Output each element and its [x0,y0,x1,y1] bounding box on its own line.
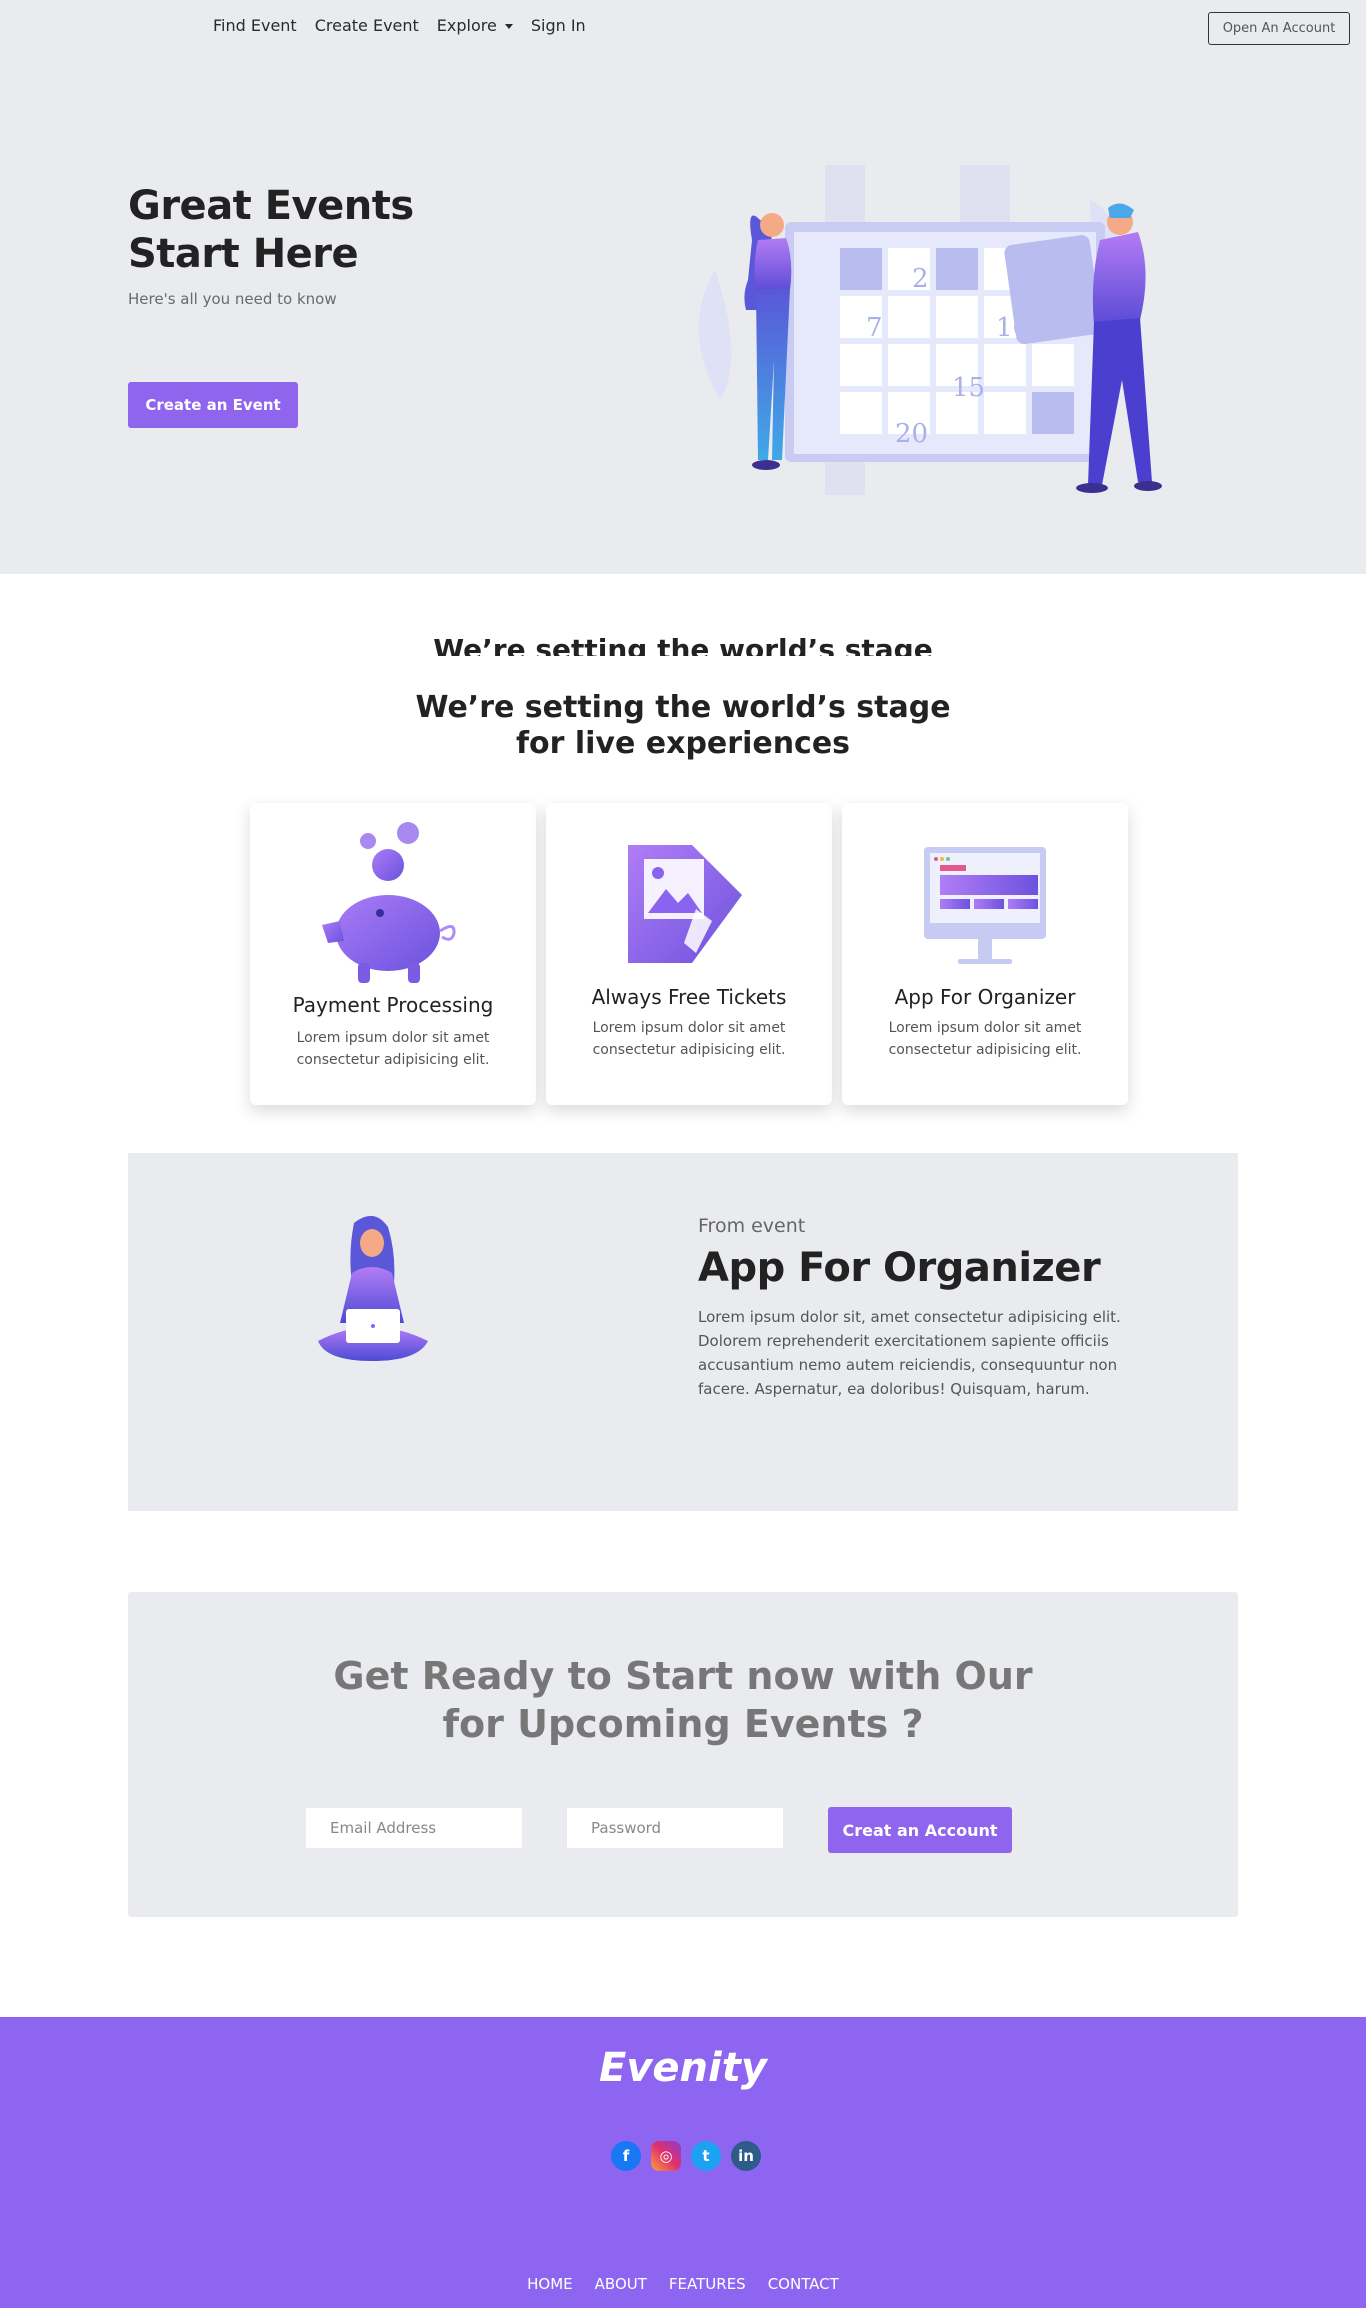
email-field[interactable] [306,1808,522,1848]
card-desc: Lorem ipsum dolor sit amet consectetur a… [592,1020,786,1058]
footer: Evenity f ◎ t in HOME ABOUT FEATURES CON… [0,2017,1366,2308]
card-desc: Lorem ipsum dolor sit amet consectetur a… [296,1030,490,1068]
cta-title: Get Ready to Start now with Our for Upco… [128,1652,1238,1748]
feature-cards: Payment Processing Lorem ipsum dolor sit… [250,803,1128,1105]
footer-link-features[interactable]: FEATURES [669,2275,746,2293]
chevron-down-icon [504,24,513,29]
nav-create-event[interactable]: Create Event [315,16,419,35]
app-organizer-section: From event App For Organizer Lorem ipsum… [128,1153,1238,1511]
features-title: We’re setting the world’s stage for live… [0,690,1366,762]
calendar-illustration: 2 7 10 15 20 [698,165,1162,495]
hero-section: Find Event Create Event Explore Sign In … [0,0,1366,574]
app-body: Lorem ipsum dolor sit, amet consectetur … [698,1308,1121,1398]
footer-nav: HOME ABOUT FEATURES CONTACT [0,2275,1366,2293]
twitter-icon[interactable]: t [691,2141,721,2171]
features-title-line1: We’re setting the world’s stage [415,690,951,725]
calendar-number: 7 [866,313,883,343]
password-field[interactable] [567,1808,783,1848]
ticket-image-icon [628,845,742,963]
monitor-icon [924,847,1046,964]
calendar-number: 20 [895,419,928,449]
piggy-bank-icon [322,822,456,983]
nav-explore-label: Explore [436,16,497,35]
instagram-icon[interactable]: ◎ [651,2141,681,2171]
nav-find-event[interactable]: Find Event [213,16,297,35]
footer-brand-logo: Evenity [599,2045,767,2091]
linkedin-icon[interactable]: in [731,2141,761,2171]
card-title: Always Free Tickets [591,985,787,1009]
cta-title-line2: for Upcoming Events ? [442,1702,924,1746]
app-title: App For Organizer [698,1245,1101,1291]
footer-link-contact[interactable]: CONTACT [768,2275,839,2293]
cta-title-line1: Get Ready to Start now with Our [333,1654,1033,1698]
social-links: f ◎ t in [611,2141,761,2171]
feature-card-payment: Payment Processing Lorem ipsum dolor sit… [250,803,536,1105]
footer-link-home[interactable]: HOME [527,2275,573,2293]
footer-link-about[interactable]: ABOUT [595,2275,647,2293]
nav-sign-in[interactable]: Sign In [531,16,586,35]
open-account-button[interactable]: Open An Account [1208,12,1350,45]
card-title: Payment Processing [292,993,494,1017]
signup-cta-section: Get Ready to Start now with Our for Upco… [128,1592,1238,1917]
main-nav: Find Event Create Event Explore Sign In [213,16,586,35]
woman-laptop-illustration [318,1215,428,1361]
calendar-number: 2 [912,264,929,294]
hero-title: Great Events Start Here [128,182,488,278]
feature-card-tickets: Always Free Tickets Lorem ipsum dolor si… [546,803,832,1105]
create-event-button[interactable]: Create an Event [128,382,298,428]
facebook-icon[interactable]: f [611,2141,641,2171]
card-title: App For Organizer [894,985,1076,1009]
hero-subtitle: Here's all you need to know [128,290,337,308]
create-account-button[interactable]: Creat an Account [828,1807,1012,1853]
features-title-line2: for live experiences [515,726,851,761]
hero-title-line1: Great Events [128,183,414,229]
calendar-number: 15 [952,373,985,403]
nav-explore-dropdown[interactable]: Explore [437,16,513,35]
hero-title-line2: Start Here [128,231,359,277]
card-desc: Lorem ipsum dolor sit amet consectetur a… [888,1020,1082,1058]
app-eyebrow: From event [698,1215,806,1237]
feature-card-app: App For Organizer Lorem ipsum dolor sit … [842,803,1128,1105]
features-ghost-title: We’re setting the world’s stage [433,633,933,656]
